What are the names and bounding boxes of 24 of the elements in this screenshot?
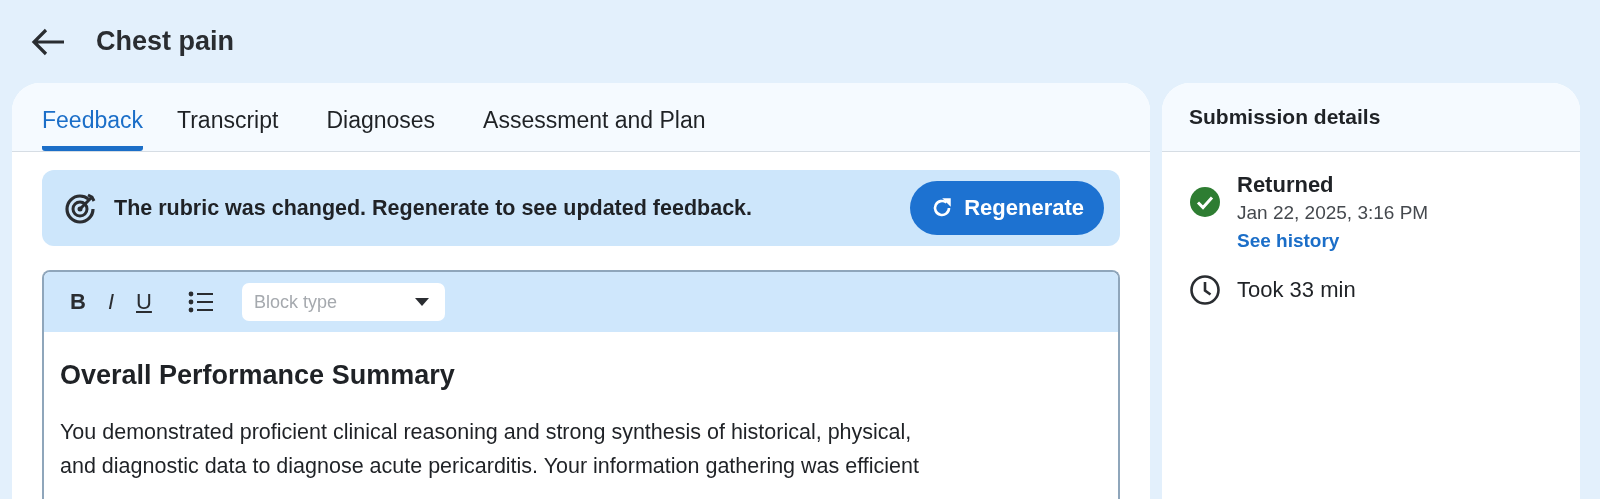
see-history-link[interactable]: See history xyxy=(1237,230,1429,252)
tab[interactable]: Assessment and Plan xyxy=(469,83,720,151)
status-label: Returned xyxy=(1237,172,1335,198)
bold-button[interactable]: B xyxy=(64,285,92,319)
rich-text-editor[interactable] xyxy=(42,270,1120,499)
target-icon xyxy=(64,191,98,225)
caret-icon xyxy=(414,298,429,306)
tab[interactable]: Diagnoses xyxy=(312,83,450,151)
details-title: Submission details xyxy=(1189,105,1381,129)
page-title: Chest pain xyxy=(96,26,235,57)
back-arrow-icon xyxy=(30,26,66,57)
check-circle-icon xyxy=(1189,186,1221,218)
back-button[interactable] xyxy=(30,26,66,57)
regenerate-button[interactable]: Regenerate xyxy=(910,181,1104,235)
underline-button[interactable]: U xyxy=(130,285,158,319)
section-heading: Overall Performance Summary xyxy=(60,360,456,391)
duration-text: Took 33 min xyxy=(1237,277,1356,303)
clock-icon xyxy=(1189,274,1221,306)
notice-text: The rubric was changed. Regenerate to see updated feedback. xyxy=(114,195,754,221)
tab[interactable]: Transcript xyxy=(163,83,293,151)
feedback-paragraph: You demonstrated proficient clinical reasoning and strong synthesis of historical, physical, and diagnostic data to diagnose acute pericarditis. Your information gathering was efficient xyxy=(60,419,920,480)
tab[interactable]: Feedback xyxy=(42,83,143,151)
status-date: Jan 22, 2025, 3:16 PM xyxy=(1237,202,1429,224)
italic-button[interactable]: I xyxy=(101,285,120,319)
